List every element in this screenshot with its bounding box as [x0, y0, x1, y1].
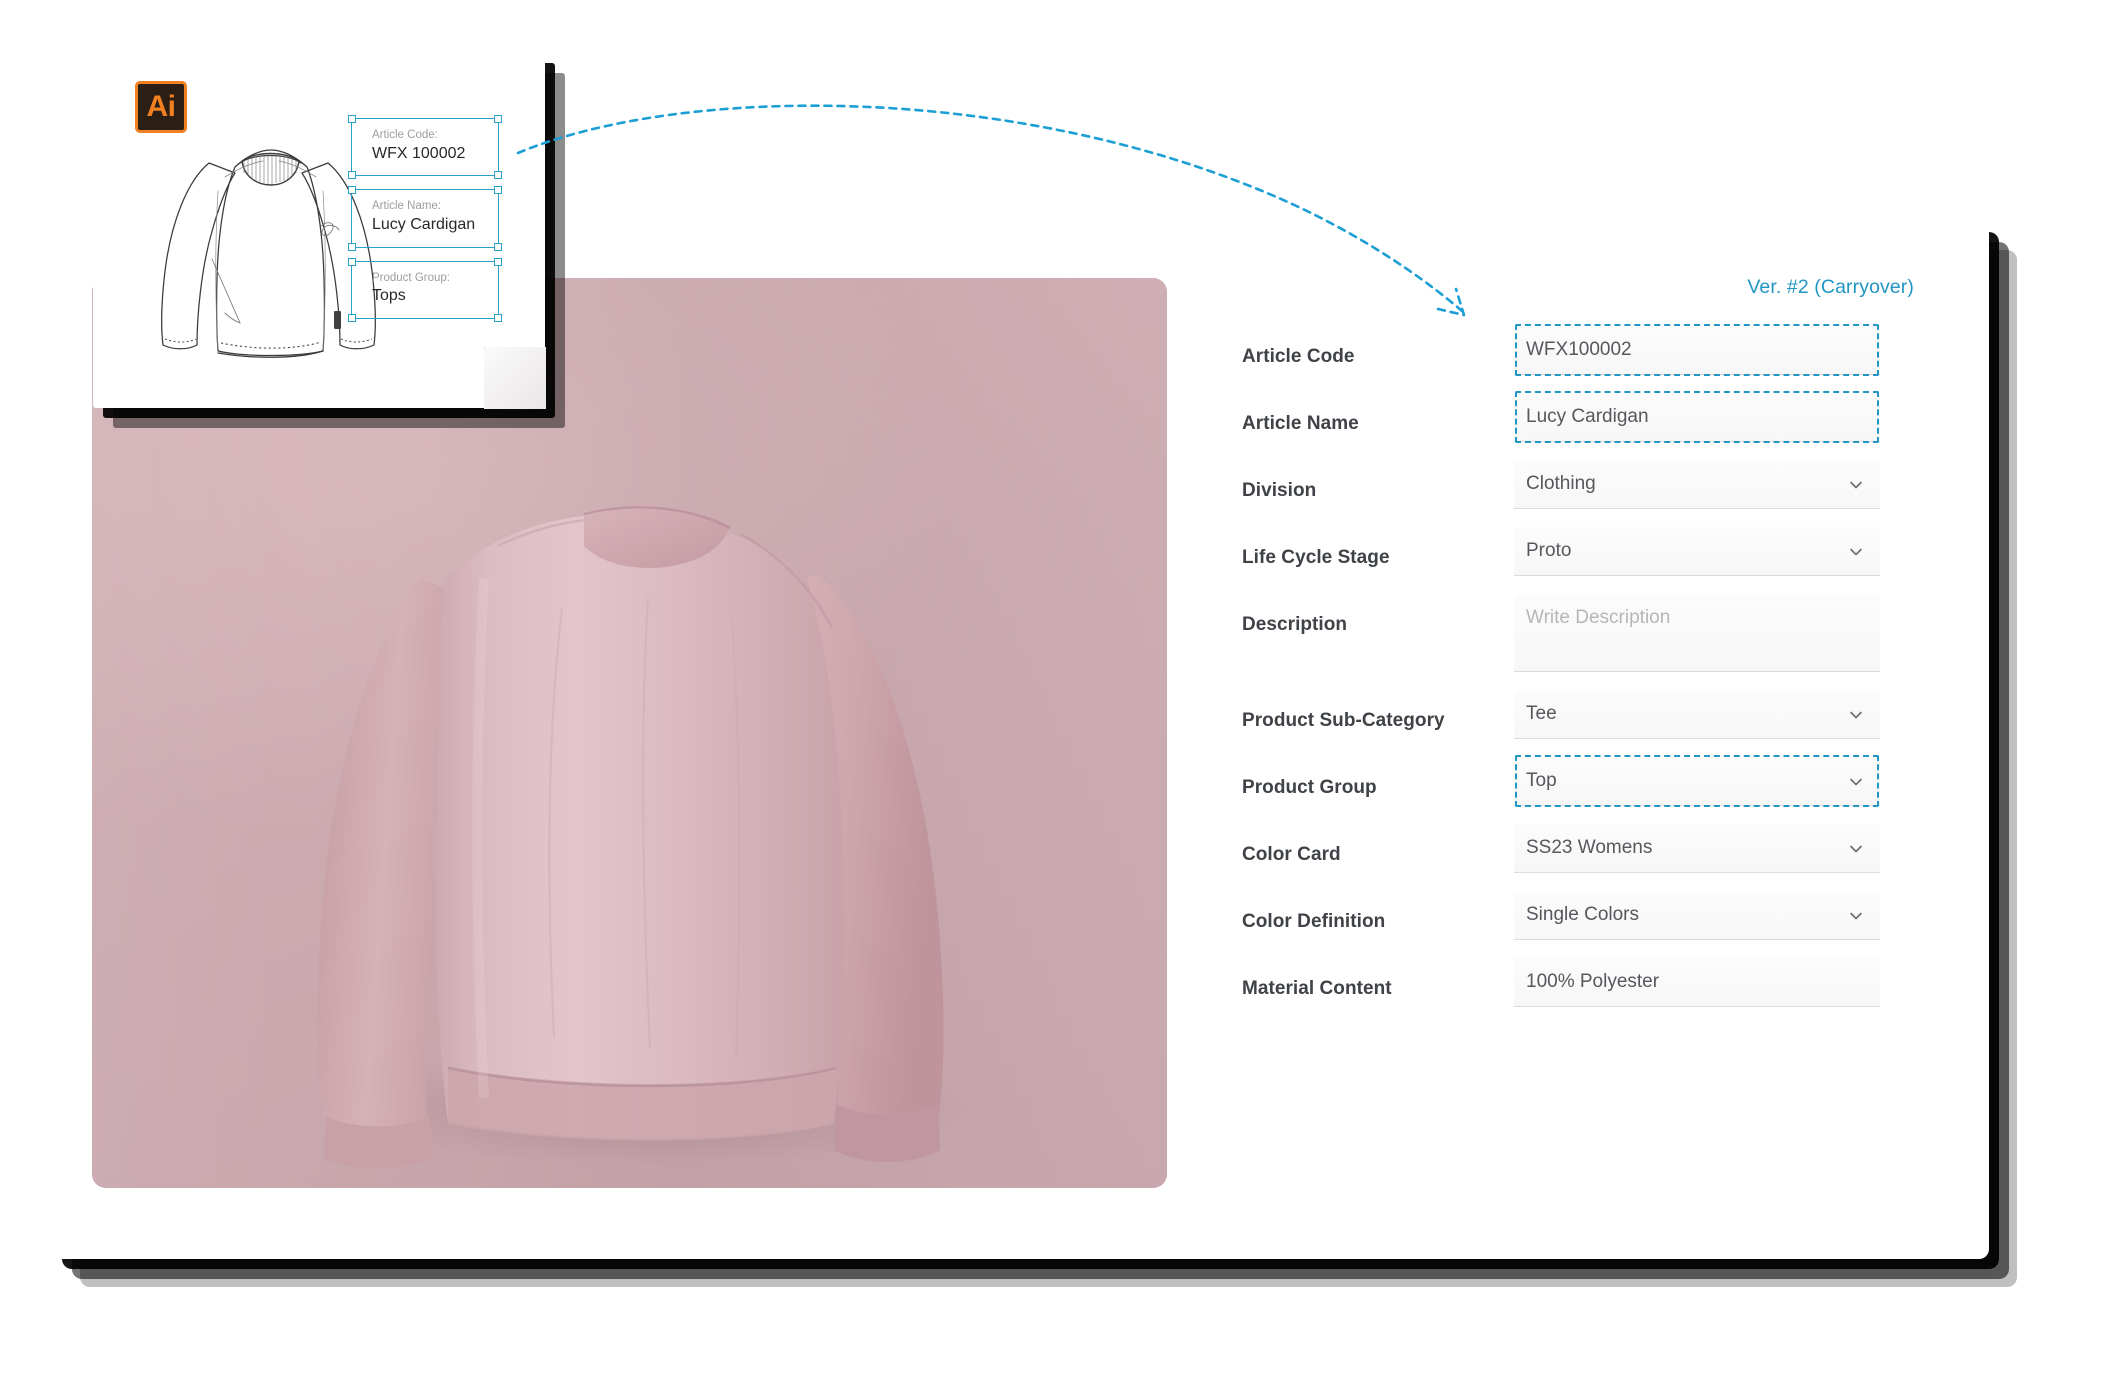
garment-photograph	[92, 278, 1167, 1188]
illustrator-text-objects: Article Code: WFX 100002 Article Name: L…	[348, 115, 502, 332]
illustrator-icon-label: Ai	[146, 90, 177, 123]
text-object-label: Article Code:	[372, 129, 438, 141]
product-group-select[interactable]: Top	[1514, 757, 1880, 806]
form-row-article-code: Article Code WFX100002	[1242, 324, 1942, 376]
text-object-value: WFX 100002	[372, 144, 466, 162]
product-sub-category-select[interactable]: Tee	[1514, 690, 1880, 739]
selection-handle-icon[interactable]	[348, 115, 356, 123]
form-row-color-card: Color Card SS23 Womens	[1242, 824, 1942, 873]
description-placeholder: Write Description	[1526, 607, 1671, 628]
text-object-value: Lucy Cardigan	[372, 215, 476, 233]
field-label: Article Name	[1242, 413, 1359, 434]
field-wrapper-color-card: SS23 Womens	[1514, 824, 1880, 873]
product-photo-panel	[92, 278, 1167, 1188]
field-label: Article Code	[1242, 346, 1355, 367]
field-wrapper-product-sub-category: Tee	[1514, 690, 1880, 739]
description-textarea[interactable]: Write Description	[1514, 594, 1880, 672]
illustrator-artboard-card: Ai Article Code: WFX 100002 Article Name…	[93, 53, 546, 409]
field-label: Color Definition	[1242, 911, 1386, 932]
field-label: Product Sub-Category	[1242, 710, 1445, 731]
selection-handle-icon[interactable]	[348, 313, 356, 322]
field-label: Division	[1242, 480, 1317, 501]
form-row-description: Description Write Description	[1242, 594, 1942, 672]
field-wrapper-division: Clothing	[1514, 460, 1880, 509]
field-wrapper-material-content: 100% Polyester	[1514, 958, 1880, 1007]
form-row-product-sub-category: Product Sub-Category Tee	[1242, 690, 1942, 739]
page-curl-corner	[484, 347, 546, 409]
illustrator-text-object-product-group[interactable]: Product Group: Tops	[348, 257, 502, 322]
form-row-material-content: Material Content 100% Polyester	[1242, 958, 1942, 1007]
field-wrapper-color-definition: Single Colors	[1514, 891, 1880, 940]
article-code-input[interactable]: WFX100002	[1514, 326, 1880, 375]
selection-handle-icon[interactable]	[494, 171, 502, 180]
text-object-value: Tops	[372, 287, 406, 305]
field-wrapper-life-cycle-stage: Proto	[1514, 527, 1880, 576]
selection-handle-icon[interactable]	[494, 313, 502, 322]
field-label: Product Group	[1242, 777, 1377, 798]
field-label: Material Content	[1242, 978, 1392, 999]
adobe-illustrator-icon: Ai	[135, 81, 187, 133]
field-wrapper-product-group: Top	[1514, 755, 1880, 807]
illustrator-text-object-article-name[interactable]: Article Name: Lucy Cardigan	[348, 186, 502, 251]
text-object-label: Article Name:	[372, 200, 442, 213]
selection-handle-icon[interactable]	[348, 171, 356, 180]
version-badge[interactable]: Ver. #2 (Carryover)	[1747, 276, 1914, 299]
material-content-input[interactable]: 100% Polyester	[1514, 958, 1880, 1007]
selection-handle-icon[interactable]	[494, 242, 502, 251]
form-row-division: Division Clothing	[1242, 460, 1942, 509]
color-definition-select[interactable]: Single Colors	[1514, 891, 1880, 940]
form-row-color-definition: Color Definition Single Colors	[1242, 891, 1942, 940]
article-name-input[interactable]: Lucy Cardigan	[1514, 393, 1880, 442]
form-row-article-name: Article Name Lucy Cardigan	[1242, 391, 1942, 443]
article-attributes-form: Ver. #2 (Carryover) Article Code WFX1000…	[1242, 262, 1942, 1212]
field-label: Description	[1242, 614, 1348, 635]
field-label: Color Card	[1242, 844, 1341, 865]
selection-handle-icon[interactable]	[348, 242, 356, 251]
screenshot-root: Ver. #2 (Carryover) Article Code WFX1000…	[0, 0, 2105, 1390]
life-cycle-stage-select[interactable]: Proto	[1514, 527, 1880, 576]
selection-handle-icon[interactable]	[348, 186, 356, 195]
division-select[interactable]: Clothing	[1514, 460, 1880, 509]
text-object-label: Product Group:	[372, 271, 450, 284]
selection-handle-icon[interactable]	[494, 115, 502, 123]
color-card-select[interactable]: SS23 Womens	[1514, 824, 1880, 873]
field-wrapper-article-name: Lucy Cardigan	[1514, 391, 1880, 443]
form-row-life-cycle-stage: Life Cycle Stage Proto	[1242, 527, 1942, 576]
illustrator-text-object-article-code[interactable]: Article Code: WFX 100002	[348, 115, 502, 180]
selection-handle-icon[interactable]	[494, 257, 502, 266]
field-label: Life Cycle Stage	[1242, 547, 1390, 568]
form-row-product-group: Product Group Top	[1242, 755, 1942, 807]
selection-handle-icon[interactable]	[494, 186, 502, 195]
field-wrapper-article-code: WFX100002	[1514, 324, 1880, 376]
field-wrapper-description: Write Description	[1514, 594, 1880, 672]
form-field-list: Article Code WFX100002 Article Name Lucy…	[1242, 324, 1942, 1025]
selection-handle-icon[interactable]	[348, 257, 356, 266]
